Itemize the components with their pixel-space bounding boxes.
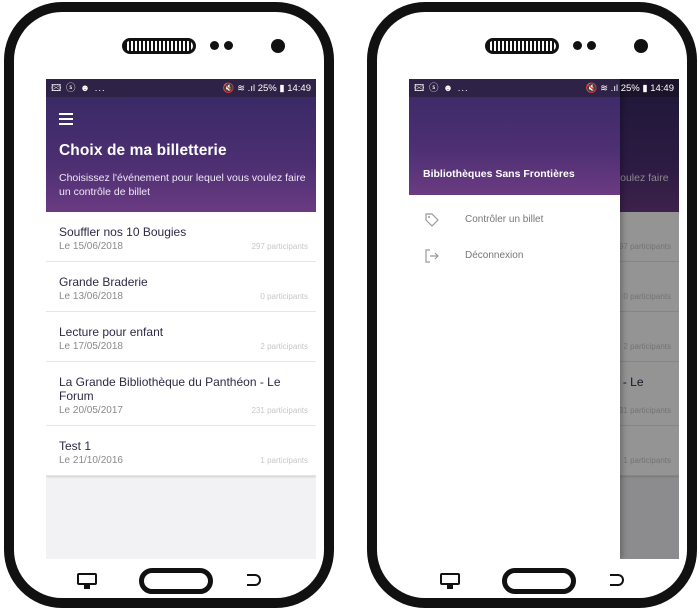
event-row[interactable]: Test 1 Le 21/10/2016 1 participants (46, 426, 316, 476)
recent-apps-icon[interactable] (440, 573, 460, 589)
front-camera (634, 39, 648, 53)
hardware-nav-bar (14, 567, 324, 597)
event-participant-count: 0 participants (260, 292, 308, 301)
app-header: Choix de ma billetterie Choisissez l'évé… (46, 97, 316, 212)
phone-frame-right: Choix de ma billetterie Choisissez l'évé… (367, 2, 697, 608)
status-system-info: 🔇 ≋ .ıl 25% ▮ 14:49 (585, 82, 674, 94)
logout-icon (425, 249, 439, 263)
event-row[interactable]: Lecture pour enfant Le 17/05/2018 2 part… (46, 312, 316, 362)
phone-body: 🖾 ⓢ ☻ ... 🔇 ≋ .ıl 25% ▮ 14:49 Choix de m… (14, 12, 324, 598)
event-participant-count: 297 participants (251, 242, 308, 251)
navigation-drawer: Bibliothèques Sans Frontières Contrôler … (409, 79, 620, 559)
status-bar: 🖾 ⓢ ☻ ... 🔇 ≋ .ıl 25% ▮ 14:49 (409, 79, 679, 97)
organization-name: Bibliothèques Sans Frontières (423, 168, 575, 180)
event-title: Grande Braderie (59, 275, 148, 289)
screen-event-list: 🖾 ⓢ ☻ ... 🔇 ≋ .ıl 25% ▮ 14:49 Choix de m… (46, 79, 316, 559)
phone-body: Choix de ma billetterie Choisissez l'évé… (377, 12, 687, 598)
sensor-dots (573, 41, 603, 51)
event-participant-count: 2 participants (260, 342, 308, 351)
front-camera (271, 39, 285, 53)
event-title: Souffler nos 10 Bougies (59, 225, 187, 239)
event-participant-count: 1 participants (260, 456, 308, 465)
page-subtitle: Choisissez l'événement pour lequel vous … (59, 172, 306, 198)
event-participant-count: 231 participants (251, 406, 308, 415)
event-title: La Grande Bibliothèque du Panthéon - Le … (59, 375, 281, 403)
screen-drawer-open: Choix de ma billetterie Choisissez l'évé… (409, 79, 679, 559)
status-system-info: 🔇 ≋ .ıl 25% ▮ 14:49 (222, 82, 311, 94)
hardware-nav-bar (377, 567, 687, 597)
drawer-item-check-ticket[interactable]: Contrôler un billet (409, 205, 620, 235)
drawer-item-logout[interactable]: Déconnexion (409, 241, 620, 271)
phone-frame-left: 🖾 ⓢ ☻ ... 🔇 ≋ .ıl 25% ▮ 14:49 Choix de m… (4, 2, 334, 608)
event-title: Lecture pour enfant (59, 325, 164, 339)
home-button[interactable] (139, 568, 213, 594)
status-notification-icons: 🖾 ⓢ ☻ ... (414, 82, 469, 94)
event-row[interactable]: Souffler nos 10 Bougies Le 15/06/2018 29… (46, 212, 316, 262)
back-icon[interactable] (247, 574, 261, 586)
event-list: Souffler nos 10 Bougies Le 15/06/2018 29… (46, 212, 316, 476)
recent-apps-icon[interactable] (77, 573, 97, 589)
event-title: Test 1 (59, 439, 92, 453)
tag-icon (425, 213, 439, 227)
home-button[interactable] (502, 568, 576, 594)
speaker-grille (122, 38, 196, 54)
event-row[interactable]: La Grande Bibliothèque du Panthéon - Le … (46, 362, 316, 426)
status-notification-icons: 🖾 ⓢ ☻ ... (51, 82, 106, 94)
drawer-item-label: Contrôler un billet (465, 214, 544, 225)
status-bar: 🖾 ⓢ ☻ ... 🔇 ≋ .ıl 25% ▮ 14:49 (46, 79, 316, 97)
sensor-dots (210, 41, 240, 51)
menu-icon[interactable] (59, 113, 73, 125)
back-icon[interactable] (610, 574, 624, 586)
event-row[interactable]: Grande Braderie Le 13/06/2018 0 particip… (46, 262, 316, 312)
page-title: Choix de ma billetterie (59, 142, 227, 159)
drawer-item-label: Déconnexion (465, 250, 524, 261)
speaker-grille (485, 38, 559, 54)
